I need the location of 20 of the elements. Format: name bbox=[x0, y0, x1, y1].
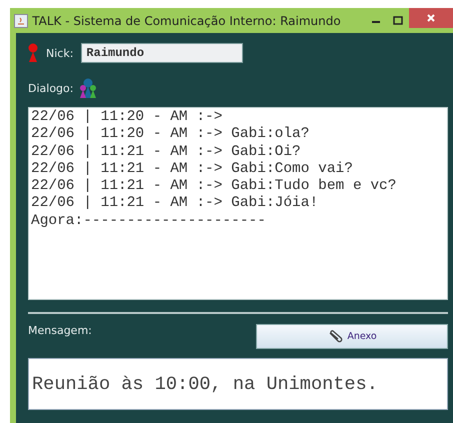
dialog-line: 22/06 | 11:21 - AM :-> Gabi:Jóia! bbox=[31, 195, 320, 213]
dialog-line: 22/06 | 11:20 - AM :-> Gabi:ola? bbox=[31, 126, 310, 144]
nick-field[interactable]: Raimundo bbox=[81, 43, 244, 63]
dialog-line: 22/06 | 11:21 - AM :-> Gabi:Como vai? bbox=[31, 160, 354, 178]
people-icon bbox=[79, 78, 98, 98]
dialog-line: 22/06 | 11:20 - AM :-> bbox=[31, 109, 224, 126]
message-label: Mensagem: bbox=[28, 324, 92, 337]
dialog-line: 22/06 | 11:21 - AM :-> Gabi:Tudo bem e vc? bbox=[31, 178, 398, 196]
dialog-label: Dialogo: bbox=[28, 82, 74, 94]
nick-label: Nick: bbox=[46, 46, 74, 60]
app-icon bbox=[14, 14, 28, 28]
person-icon bbox=[28, 43, 38, 63]
window-title: TALK - Sistema de Comunicação Interno: Raimundo bbox=[31, 14, 342, 28]
close-icon[interactable] bbox=[409, 8, 453, 28]
message-field[interactable]: Reunião às 10:00, na Unimontes. bbox=[28, 358, 448, 410]
paperclip-icon bbox=[327, 330, 344, 344]
dialog-line: 22/06 | 11:21 - AM :-> Gabi:Oi? bbox=[31, 144, 302, 161]
dialog-area[interactable] bbox=[28, 107, 448, 300]
attach-button[interactable]: Anexo bbox=[256, 324, 448, 349]
dialog-line: Agora:--------------------- bbox=[31, 212, 267, 230]
